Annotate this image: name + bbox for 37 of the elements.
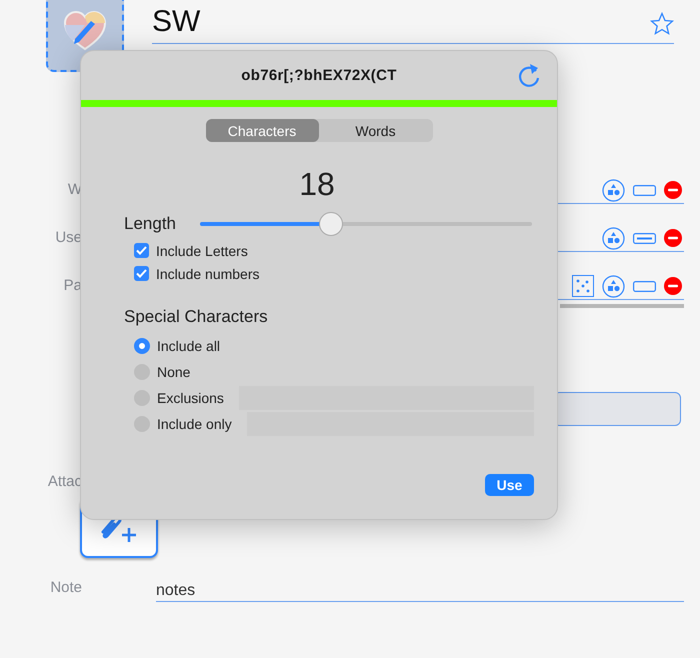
radio-label: None — [157, 364, 190, 380]
radio-button[interactable] — [134, 338, 150, 354]
checkbox-label: Include Letters — [156, 242, 248, 258]
field-line[interactable] — [558, 177, 684, 204]
checkbox[interactable] — [134, 243, 149, 258]
dice-icon[interactable] — [572, 275, 594, 297]
text-field-icon[interactable] — [633, 184, 656, 196]
field-label: Attac — [46, 473, 82, 492]
length-slider[interactable] — [200, 212, 532, 236]
text-field-icon[interactable] — [633, 280, 656, 292]
radio-label: Include all — [157, 338, 220, 354]
length-label: Length — [124, 214, 176, 234]
entry-title[interactable]: SW — [152, 5, 200, 43]
mode-tab[interactable]: Words — [318, 119, 432, 142]
mode-tab[interactable]: Characters — [206, 119, 318, 142]
slider-thumb[interactable] — [319, 212, 344, 236]
length-value: 18 — [299, 166, 335, 203]
generated-password: ob76r[;?bhEX72X(CT — [241, 67, 397, 84]
note-field[interactable]: notes — [156, 582, 684, 602]
shapes-icon[interactable] — [602, 226, 625, 250]
remove-icon[interactable] — [664, 277, 682, 295]
refresh-button[interactable] — [517, 63, 541, 89]
shapes-icon[interactable] — [602, 178, 625, 202]
remove-icon[interactable] — [664, 181, 682, 199]
field-line[interactable] — [558, 273, 684, 300]
checkbox-label: Include numbers — [156, 266, 260, 282]
radio-label: Include only — [157, 416, 232, 432]
checkbox[interactable] — [134, 266, 149, 281]
section-title: Special Characters — [124, 307, 269, 327]
star-icon[interactable] — [650, 12, 674, 34]
radio-label: Exclusions — [157, 390, 224, 406]
use-button[interactable]: Use — [485, 474, 534, 496]
text-field-icon[interactable] — [633, 232, 656, 244]
field-line[interactable] — [558, 225, 684, 252]
remove-icon[interactable] — [664, 229, 682, 247]
field-label: Note — [49, 579, 82, 598]
shapes-icon[interactable] — [602, 274, 625, 298]
